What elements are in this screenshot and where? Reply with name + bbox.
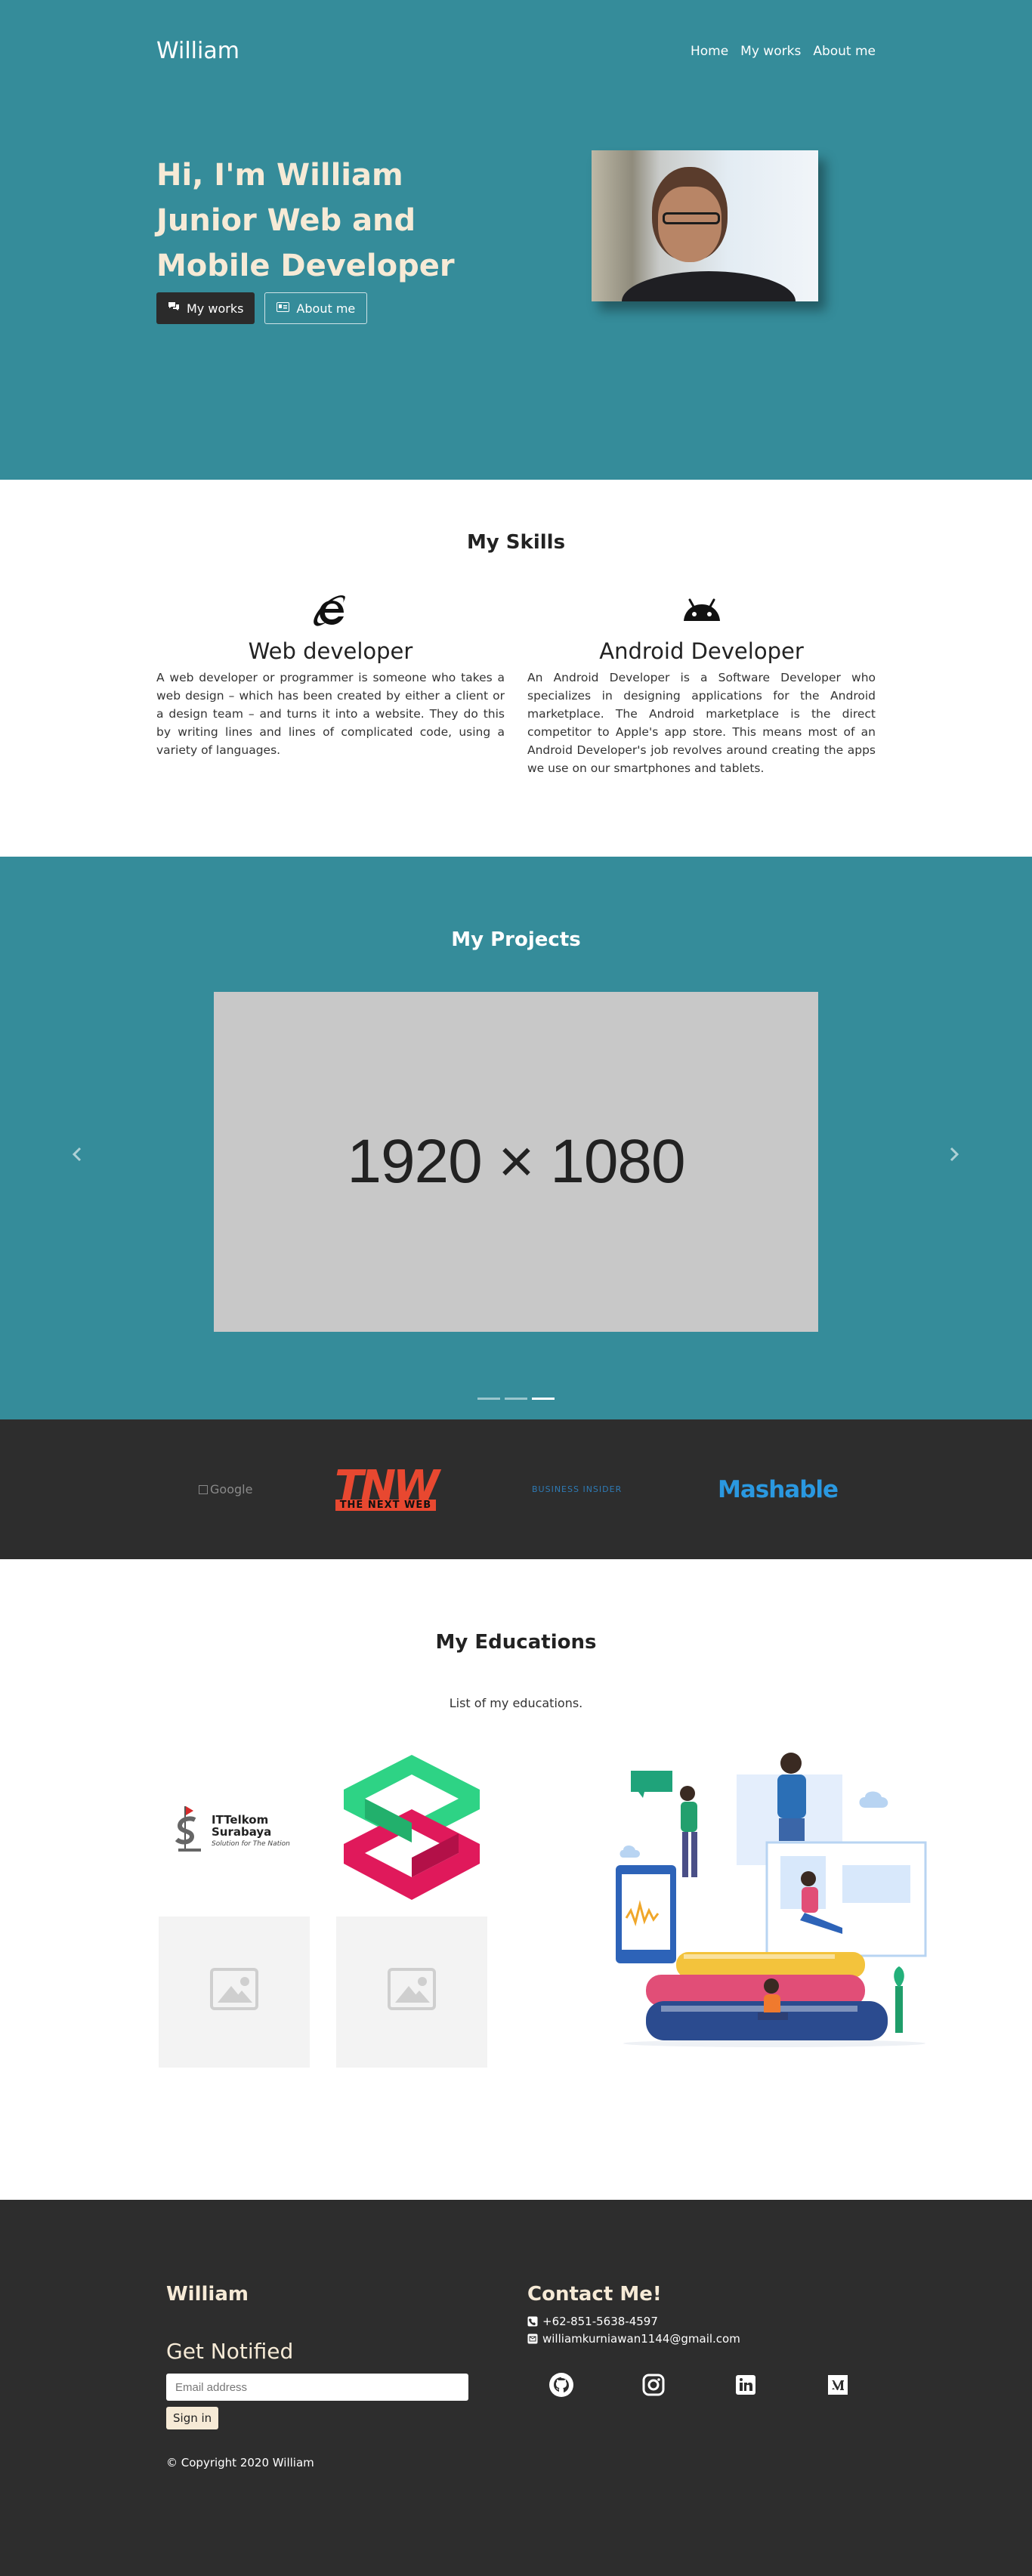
comments-icon xyxy=(168,301,180,315)
footer-right: Contact Me! +62-851-5638-4597 williamkur… xyxy=(527,2283,875,2398)
contact-title: Contact Me! xyxy=(527,2283,662,2306)
carousel-indicator-1[interactable] xyxy=(477,1398,500,1400)
slide-placeholder-text: 1920 × 1080 xyxy=(347,1127,685,1196)
educations-title: My Educations xyxy=(435,1631,597,1654)
nav-link-home[interactable]: Home xyxy=(691,44,728,59)
education-illustration xyxy=(616,1744,933,2050)
about-me-button[interactable]: About me xyxy=(264,292,368,324)
google-logo-alt: Google xyxy=(210,1482,253,1496)
my-works-button[interactable]: My works xyxy=(156,292,255,324)
tnw-logo-subtext: THE NEXT WEB xyxy=(335,1500,437,1511)
skill-title-web: Web developer xyxy=(248,638,413,664)
about-me-label: About me xyxy=(296,301,356,316)
my-works-label: My works xyxy=(187,301,244,316)
profile-photo xyxy=(592,150,818,301)
dicoding-logo-icon xyxy=(344,1755,480,1900)
sign-in-button[interactable]: Sign in xyxy=(166,2407,219,2429)
contact-phone-text[interactable]: +62-851-5638-4597 xyxy=(542,2315,658,2328)
ittelkom-logo: ITTelkom Surabaya Solution for The Natio… xyxy=(174,1803,290,1861)
carousel-indicators xyxy=(477,1398,555,1400)
ittelkom-emblem-icon xyxy=(174,1803,207,1861)
contact-email-text[interactable]: williamkurniawan1144@gmail.com xyxy=(542,2332,740,2346)
footer: William Get Notified Sign in © Copyright… xyxy=(0,2200,1032,2576)
hero-title-line-2: Junior Web and xyxy=(156,203,416,238)
press-logos-section: Google TNW THE NEXT WEB BUSINESS INSIDER… xyxy=(0,1419,1032,1559)
phone-icon xyxy=(527,2316,538,2327)
nav-link-about-me[interactable]: About me xyxy=(813,44,876,59)
carousel-prev-button[interactable] xyxy=(70,1138,85,1172)
chevron-left-icon xyxy=(72,1147,82,1162)
id-card-icon xyxy=(277,301,290,315)
projects-title: My Projects xyxy=(451,928,581,951)
skill-card-web: Web developer A web developer or program… xyxy=(156,587,505,777)
google-logo: Google xyxy=(199,1419,252,1559)
edu-tile-placeholder-1 xyxy=(159,1917,310,2068)
educations-subtitle: List of my educations. xyxy=(449,1696,583,1710)
tnw-logo: TNW THE NEXT WEB xyxy=(335,1419,440,1559)
navbar: William Home My works About me xyxy=(156,0,876,106)
project-slide[interactable]: 1920 × 1080 xyxy=(214,992,818,1332)
skills-grid: Web developer A web developer or program… xyxy=(156,587,876,777)
skill-text-android: An Android Developer is a Software Devel… xyxy=(527,671,876,775)
image-placeholder-icon xyxy=(210,1968,258,2010)
footer-brand: William xyxy=(166,2283,249,2306)
email-input[interactable] xyxy=(166,2374,468,2401)
envelope-icon xyxy=(527,2334,538,2344)
medium-icon[interactable] xyxy=(825,2372,851,2398)
edu-tile-placeholder-2 xyxy=(336,1917,487,2068)
android-icon xyxy=(527,587,876,632)
mashable-logo: Mashable xyxy=(718,1475,839,1503)
ittelkom-name-2: Surabaya xyxy=(212,1825,272,1839)
chevron-right-icon xyxy=(950,1147,959,1162)
ittelkom-text: ITTelkom Surabaya Solution for The Natio… xyxy=(212,1814,290,1850)
skill-title-android: Android Developer xyxy=(599,638,804,664)
contact-email: williamkurniawan1144@gmail.com xyxy=(527,2332,875,2346)
image-placeholder-icon xyxy=(388,1968,436,2010)
edu-tile-dicoding xyxy=(336,1752,487,1903)
business-insider-logo: BUSINESS INSIDER xyxy=(532,1484,623,1494)
footer-left: William Get Notified Sign in © Copyright… xyxy=(166,2283,468,2469)
contact-phone: +62-851-5638-4597 xyxy=(527,2315,875,2328)
hero-title-line-3: Mobile Developer xyxy=(156,249,455,283)
ittelkom-tagline: Solution for The Nation xyxy=(212,1840,290,1848)
projects-section: My Projects 1920 × 1080 xyxy=(0,857,1032,1419)
skills-title: My Skills xyxy=(466,531,566,554)
copyright-text: © Copyright 2020 William xyxy=(166,2456,314,2469)
notify-title: Get Notified xyxy=(166,2339,294,2364)
skill-card-android: Android Developer An Android Developer i… xyxy=(527,587,876,777)
hero-title: Hi, I'm William Junior Web and Mobile De… xyxy=(156,153,474,289)
internet-explorer-icon xyxy=(156,587,505,632)
social-links xyxy=(527,2372,875,2398)
educations-section: My Educations List of my educations. ITT… xyxy=(0,1559,1032,2200)
instagram-icon[interactable] xyxy=(641,2372,666,2398)
edu-tile-ittelkom: ITTelkom Surabaya Solution for The Natio… xyxy=(159,1758,310,1909)
nav-link-my-works[interactable]: My works xyxy=(740,44,801,59)
skill-text-web: A web developer or programmer is someone… xyxy=(156,671,505,757)
github-icon[interactable] xyxy=(548,2372,574,2398)
hero-buttons: My works About me xyxy=(156,292,368,324)
nav-links: Home My works About me xyxy=(691,44,876,59)
carousel-next-button[interactable] xyxy=(947,1138,962,1172)
hero-section: William Home My works About me Hi, I'm W… xyxy=(0,0,1032,480)
skills-section: My Skills Web developer A web developer … xyxy=(0,480,1032,857)
carousel-indicator-3[interactable] xyxy=(532,1398,555,1400)
carousel-indicator-2[interactable] xyxy=(505,1398,527,1400)
ittelkom-name-1: ITTelkom xyxy=(212,1813,269,1827)
hero-title-line-1: Hi, I'm William xyxy=(156,158,403,193)
linkedin-icon[interactable] xyxy=(733,2372,759,2398)
broken-image-icon xyxy=(199,1484,208,1494)
navbar-brand[interactable]: William xyxy=(156,38,239,64)
